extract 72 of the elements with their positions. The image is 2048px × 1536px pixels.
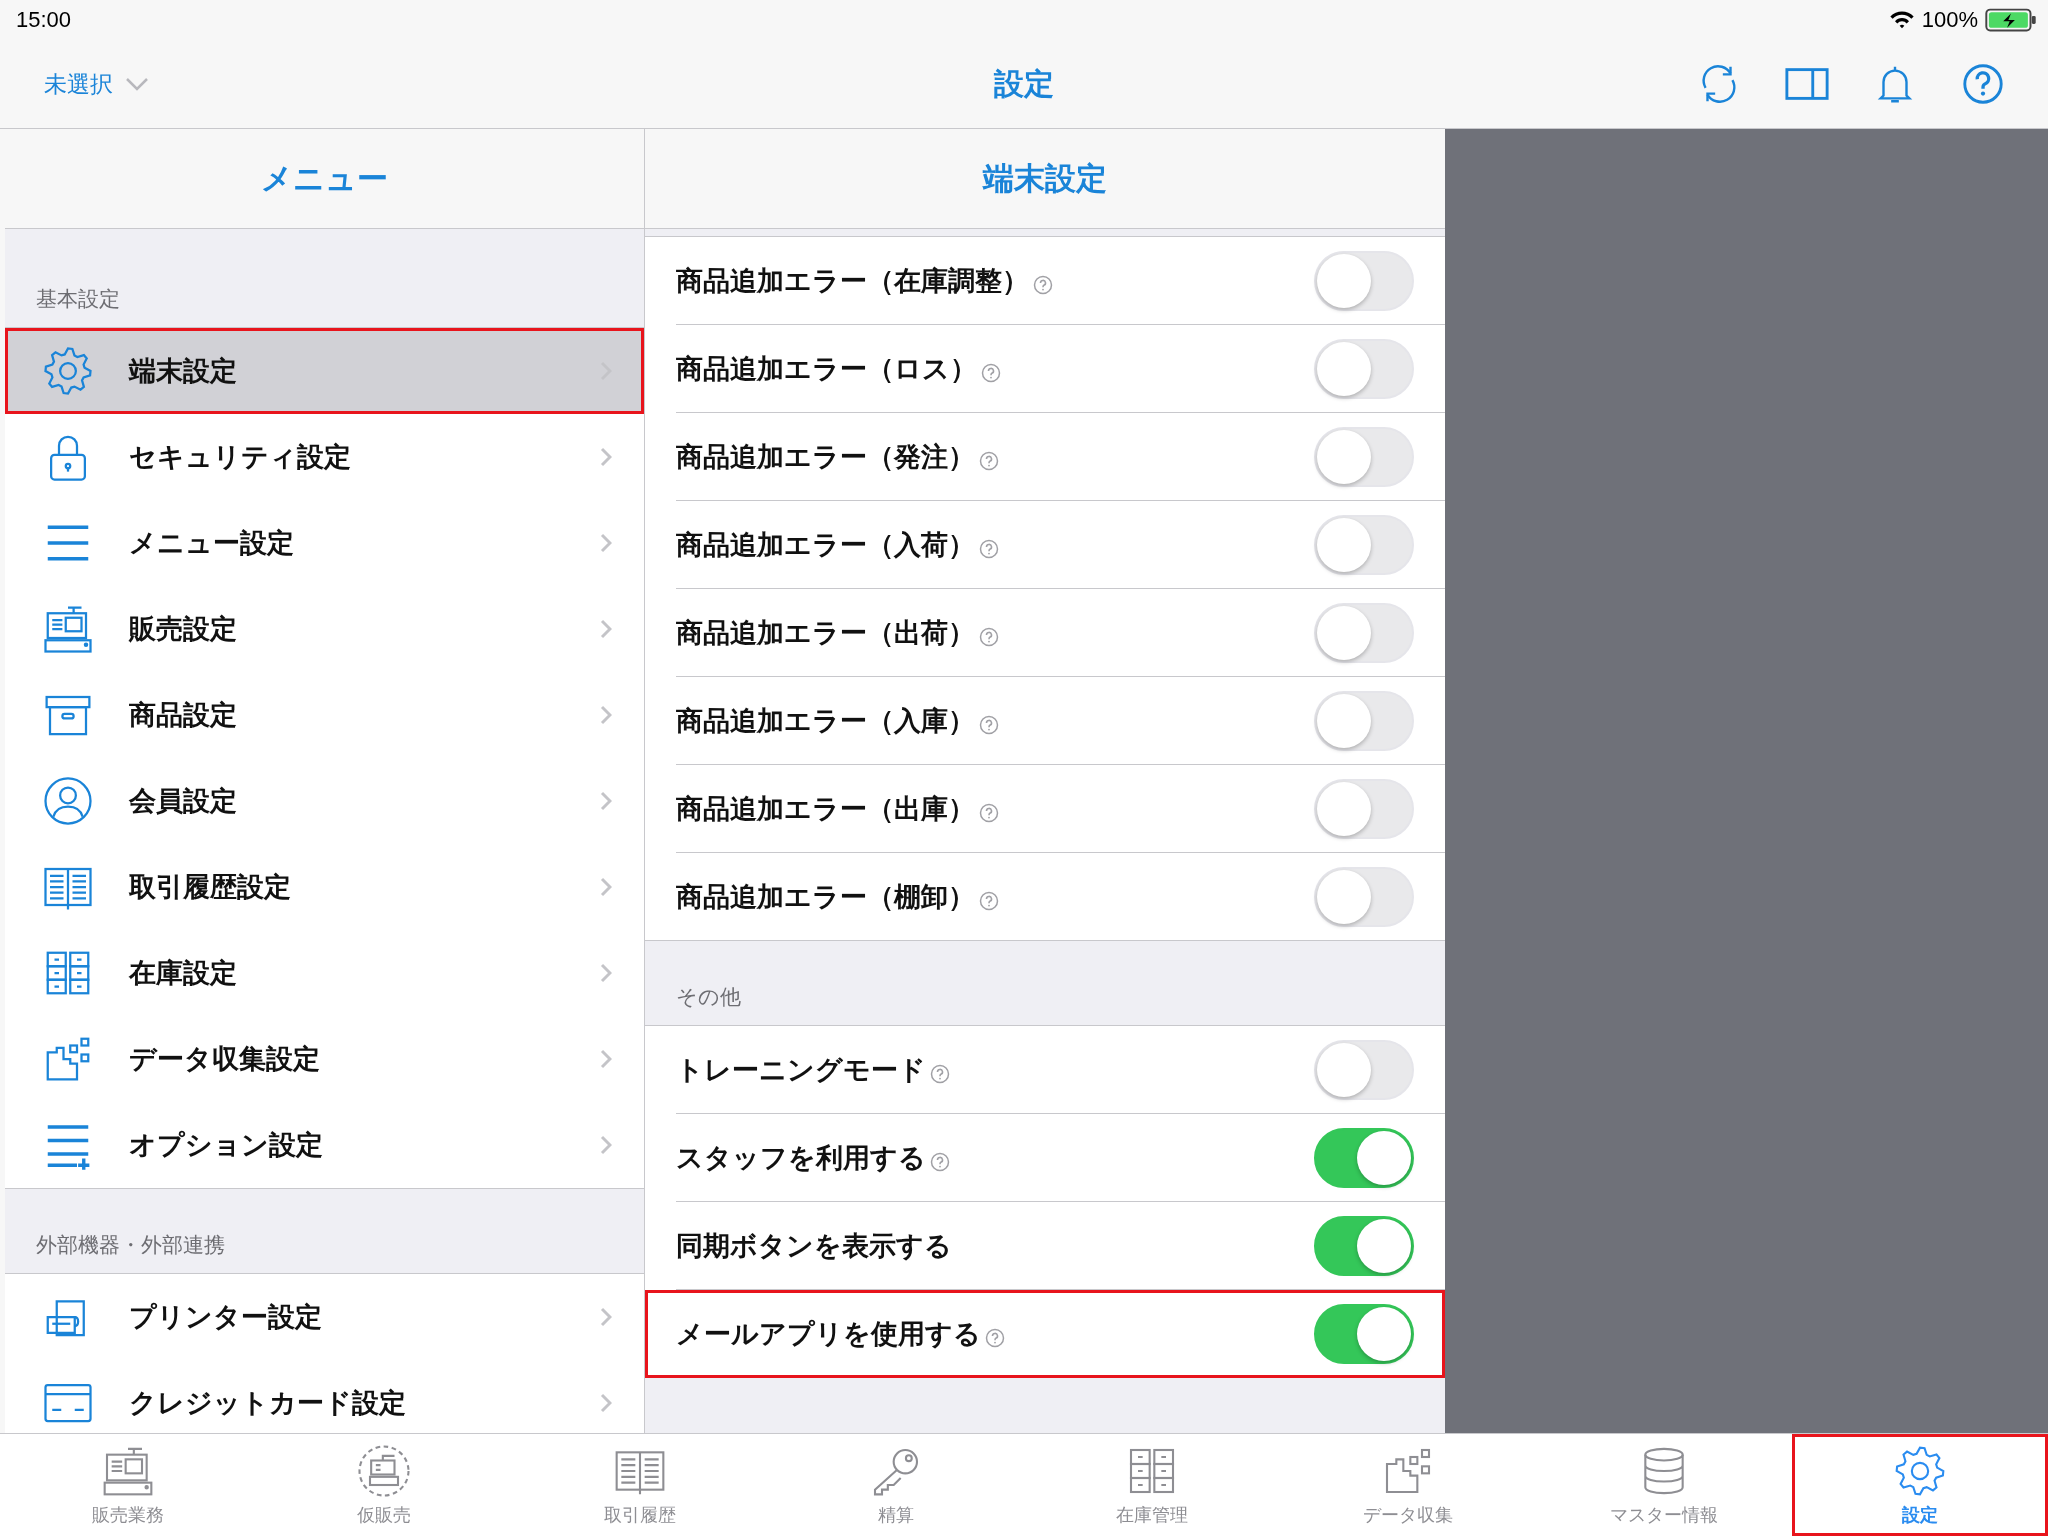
help-icon[interactable]	[930, 1151, 950, 1172]
tab-label: マスター情報	[1610, 1504, 1718, 1527]
menu-item-label: クレジットカード設定	[129, 1387, 407, 1420]
toggle-switch[interactable]	[1314, 1127, 1414, 1188]
setting-label: 同期ボタンを表示する	[676, 1229, 952, 1263]
toggle-switch[interactable]	[1314, 1215, 1414, 1276]
help-icon[interactable]	[985, 1327, 1005, 1348]
battery-percent: 100%	[1921, 7, 1978, 33]
help-icon[interactable]	[1033, 274, 1053, 295]
nav-title: 設定	[994, 65, 1054, 102]
tab-label: 仮販売	[357, 1504, 411, 1527]
tab-label: 販売業務	[92, 1504, 164, 1527]
gear-icon	[41, 344, 95, 398]
menu-item-label: メニュー設定	[129, 526, 295, 560]
chevron-right-icon	[600, 1048, 612, 1069]
menu-item-label: オプション設定	[129, 1129, 324, 1162]
help-icon[interactable]	[979, 538, 999, 559]
help-icon[interactable]	[930, 1063, 950, 1084]
help-icon[interactable]	[979, 802, 999, 823]
tab-label: 在庫管理	[1116, 1504, 1188, 1527]
setting-label: 商品追加エラー（ロス）	[676, 352, 977, 386]
chevron-right-icon	[600, 1306, 612, 1327]
setting-label: メールアプリを使用する	[676, 1317, 981, 1351]
chevron-right-icon	[600, 962, 612, 983]
menu-item-label: 会員設定	[129, 784, 238, 818]
menu-item-label: 商品設定	[129, 698, 238, 732]
dashed-register-icon	[356, 1443, 412, 1499]
menu-title: メニュー	[261, 159, 388, 198]
setting-label: トレーニングモード	[676, 1053, 926, 1087]
status-time: 15:00	[16, 7, 72, 33]
menu-item-label: プリンター設定	[129, 1300, 323, 1334]
menu-item[interactable]: 端末設定	[5, 328, 644, 414]
setting-label: 商品追加エラー（入庫）	[676, 704, 975, 738]
chevron-right-icon	[600, 618, 612, 639]
chevron-right-icon	[600, 1393, 612, 1413]
tab-label: 精算	[878, 1504, 914, 1527]
toggle-switch[interactable]	[1314, 1303, 1414, 1364]
menu-item-label: 販売設定	[129, 612, 238, 646]
chevron-right-icon	[600, 876, 612, 897]
setting-label: スタッフを利用する	[676, 1141, 926, 1175]
tab-label: 設定	[1902, 1504, 1938, 1527]
chevron-right-icon	[600, 446, 612, 467]
menu-item-label: 取引履歴設定	[129, 870, 292, 904]
tab-label: データ収集	[1363, 1504, 1453, 1527]
menu-item[interactable]: オプション設定	[5, 1102, 644, 1189]
chevron-right-icon	[600, 532, 612, 553]
menu-item-label: データ収集設定	[129, 1042, 321, 1076]
setting-label: 商品追加エラー（出荷）	[676, 616, 975, 650]
help-icon[interactable]	[979, 890, 999, 911]
help-icon[interactable]	[981, 362, 1001, 383]
tab-label: 取引履歴	[604, 1504, 676, 1527]
battery-icon	[1984, 7, 2038, 33]
help-icon[interactable]	[979, 714, 999, 735]
setting-label: 商品追加エラー（在庫調整）	[676, 264, 1029, 298]
wifi-icon	[1887, 9, 1916, 31]
menu-item-label: 在庫設定	[129, 956, 238, 990]
setting-label: 商品追加エラー（入荷）	[676, 528, 975, 562]
setting-label: 商品追加エラー（発注）	[676, 440, 975, 474]
help-icon[interactable]	[979, 450, 999, 471]
menu-item-label: 端末設定	[129, 354, 238, 388]
chevron-right-icon	[600, 1135, 612, 1155]
chevron-down-icon	[125, 77, 149, 91]
chevron-right-icon	[600, 790, 612, 811]
help-icon[interactable]	[1960, 61, 2006, 107]
setting-label: 商品追加エラー（出庫）	[676, 792, 975, 826]
detail-title: 端末設定	[983, 159, 1107, 198]
person-icon	[41, 774, 95, 828]
setting-label: 商品追加エラー（棚卸）	[676, 880, 975, 914]
help-icon[interactable]	[979, 626, 999, 647]
menu-item-label: セキュリティ設定	[129, 440, 352, 474]
store-selector[interactable]: 未選択	[40, 64, 153, 104]
chevron-right-icon	[600, 704, 612, 725]
